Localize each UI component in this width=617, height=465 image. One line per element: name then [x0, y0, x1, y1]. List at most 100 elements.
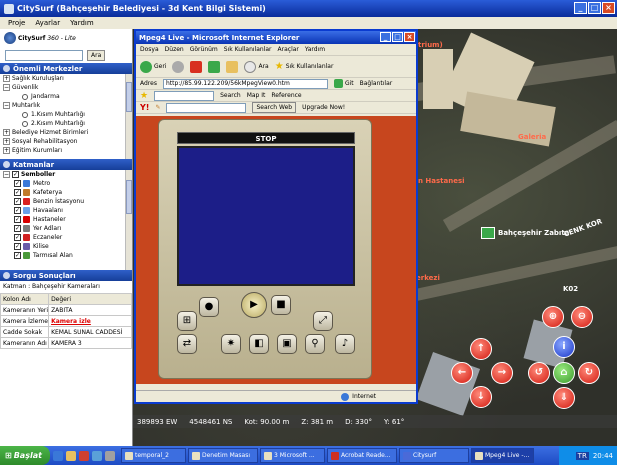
menu-ayarlar[interactable]: Ayarlar: [35, 19, 60, 27]
task-acrobat[interactable]: Acrobat Reade...: [327, 448, 397, 463]
centers-scrollbar[interactable]: [125, 74, 132, 159]
tree-item[interactable]: − Muhtarlık: [0, 101, 132, 110]
layer-item[interactable]: ✓ Hastaneler: [0, 215, 132, 224]
rotate-right-icon[interactable]: ↻: [578, 362, 600, 384]
layer-checkbox[interactable]: ✓: [14, 225, 21, 232]
play-icon[interactable]: ▶: [241, 292, 267, 318]
radio-icon[interactable]: [22, 111, 28, 118]
back-button[interactable]: Geri: [140, 60, 166, 73]
ie-menu-dosya[interactable]: Dosya: [140, 46, 159, 53]
expand-icon[interactable]: +: [3, 75, 10, 82]
tree-item[interactable]: − Güvenlik: [0, 83, 132, 92]
tree-item[interactable]: 1.Kısım Muhtarlığı: [0, 110, 132, 119]
ie-menu-gorunum[interactable]: Görünüm: [190, 46, 218, 53]
quicklaunch-folder-icon[interactable]: [66, 450, 76, 461]
quicklaunch-app-icon[interactable]: [105, 450, 115, 461]
ie-menu-duzen[interactable]: Düzen: [165, 46, 184, 53]
stop-icon[interactable]: [190, 60, 203, 73]
pan-up-icon[interactable]: ↑: [470, 338, 492, 360]
tree-item[interactable]: + Sağlık Kuruluşları: [0, 74, 132, 83]
quicklaunch-desktop-icon[interactable]: [92, 450, 102, 461]
layer-item[interactable]: ✓ Eczaneler: [0, 233, 132, 242]
zoom-in-icon[interactable]: ⊕: [542, 306, 564, 328]
favorites-button[interactable]: ★ Sık Kullanılanlar: [275, 61, 334, 72]
layer-checkbox[interactable]: ✓: [14, 216, 21, 223]
search-web-button[interactable]: Search Web: [252, 102, 297, 113]
close-button[interactable]: ×: [602, 2, 615, 14]
search-button[interactable]: Ara: [244, 60, 269, 73]
go-button[interactable]: Git: [333, 79, 354, 88]
forward-arrow-icon[interactable]: [172, 60, 185, 73]
swap-icon[interactable]: ⇄: [177, 334, 197, 354]
task-mpeg4-live[interactable]: Mpeg4 Live -...: [471, 448, 534, 463]
menu-yardim[interactable]: Yardım: [70, 19, 94, 27]
ie-maximize-button[interactable]: □: [392, 32, 403, 42]
tree-item[interactable]: 2.Kısım Muhtarlığı: [0, 119, 132, 128]
home-icon[interactable]: [226, 60, 239, 73]
language-indicator[interactable]: TR: [575, 451, 589, 460]
ie-menu-yardim[interactable]: Yardım: [305, 46, 325, 53]
pan-left-icon[interactable]: ←: [451, 362, 473, 384]
record-icon[interactable]: ●: [199, 297, 219, 317]
tilt-down-icon[interactable]: ⇓: [553, 387, 575, 409]
clock[interactable]: 20:44: [593, 452, 613, 460]
upgrade-button[interactable]: Upgrade Now!: [302, 104, 345, 111]
tree-item[interactable]: Jandarma: [0, 92, 132, 101]
expand-icon[interactable]: +: [3, 138, 10, 145]
snapshot-icon[interactable]: ◧: [249, 334, 269, 354]
collapse-icon[interactable]: −: [3, 102, 10, 109]
save-icon[interactable]: ▣: [277, 334, 297, 354]
layer-checkbox[interactable]: ✓: [14, 189, 21, 196]
tree-item[interactable]: + Eğitim Kurumları: [0, 146, 132, 155]
toolbar-input[interactable]: [154, 90, 215, 101]
layer-item[interactable]: ✓ Kafeterya: [0, 188, 132, 197]
links-button[interactable]: Bağlantılar: [360, 80, 393, 87]
radio-icon[interactable]: [22, 120, 28, 127]
rotate-left-icon[interactable]: ↺: [528, 362, 550, 384]
camera-icon[interactable]: [481, 227, 495, 239]
zoom-out-icon[interactable]: ⊖: [571, 306, 593, 328]
ie-menu-favorites[interactable]: Sık Kullanılanlar: [224, 46, 272, 53]
layer-item[interactable]: ✓ Yer Adları: [0, 224, 132, 233]
layer-checkbox[interactable]: ✓: [14, 252, 21, 259]
quicklaunch-media-icon[interactable]: [79, 450, 89, 461]
tree-item[interactable]: + Sosyal Rehabilitasyon: [0, 137, 132, 146]
toolbar-search[interactable]: Search: [220, 92, 241, 99]
quicklaunch-ie-icon[interactable]: [53, 450, 63, 461]
minimize-button[interactable]: _: [574, 2, 587, 14]
pan-down-icon[interactable]: ↓: [470, 386, 492, 408]
layers-scrollbar[interactable]: [125, 170, 132, 270]
task-temporal[interactable]: temporal_2: [121, 448, 186, 463]
menu-proje[interactable]: Proje: [8, 19, 25, 27]
layer-checkbox[interactable]: ✓: [14, 243, 21, 250]
layer-group-symbols[interactable]: − ✓ Semboller: [0, 170, 132, 179]
expand-icon[interactable]: +: [3, 129, 10, 136]
network-icon[interactable]: ⊞: [177, 311, 197, 331]
zoom-icon[interactable]: ⚲: [305, 334, 325, 354]
layer-item[interactable]: ✓ Tarmısal Alan: [0, 251, 132, 260]
yahoo-search-input[interactable]: [166, 102, 247, 113]
layer-item[interactable]: ✓ Havaalanı: [0, 206, 132, 215]
refresh-icon[interactable]: [208, 60, 221, 73]
section-layers-header[interactable]: Katmanlar: [0, 159, 132, 170]
section-centers-header[interactable]: Önemli Merkezler: [0, 63, 132, 74]
ie-close-button[interactable]: ×: [404, 32, 415, 42]
task-control-panel[interactable]: Denetim Masası: [188, 448, 258, 463]
search-input[interactable]: [5, 49, 83, 61]
maximize-button[interactable]: □: [588, 2, 601, 14]
layer-item[interactable]: ✓ Metro: [0, 179, 132, 188]
volume-icon[interactable]: ♪: [335, 334, 355, 354]
pan-right-icon[interactable]: →: [491, 362, 513, 384]
yahoo-logo-icon[interactable]: Y!: [140, 103, 149, 112]
expand-icon[interactable]: +: [3, 147, 10, 154]
camera-watch-link[interactable]: Kamera izle: [51, 318, 91, 325]
layer-item[interactable]: ✓ Kilise: [0, 242, 132, 251]
ie-minimize-button[interactable]: _: [380, 32, 391, 42]
toolbar-reference[interactable]: Reference: [271, 92, 301, 99]
layer-checkbox[interactable]: ✓: [14, 207, 21, 214]
shutter-icon[interactable]: ✷: [221, 334, 241, 354]
start-button[interactable]: ⊞ Başlat: [0, 446, 50, 465]
tree-item[interactable]: + Belediye Hizmet Birimleri: [0, 128, 132, 137]
section-query-header[interactable]: Sorgu Sonuçları: [0, 270, 132, 281]
search-button[interactable]: Ara: [87, 49, 106, 61]
